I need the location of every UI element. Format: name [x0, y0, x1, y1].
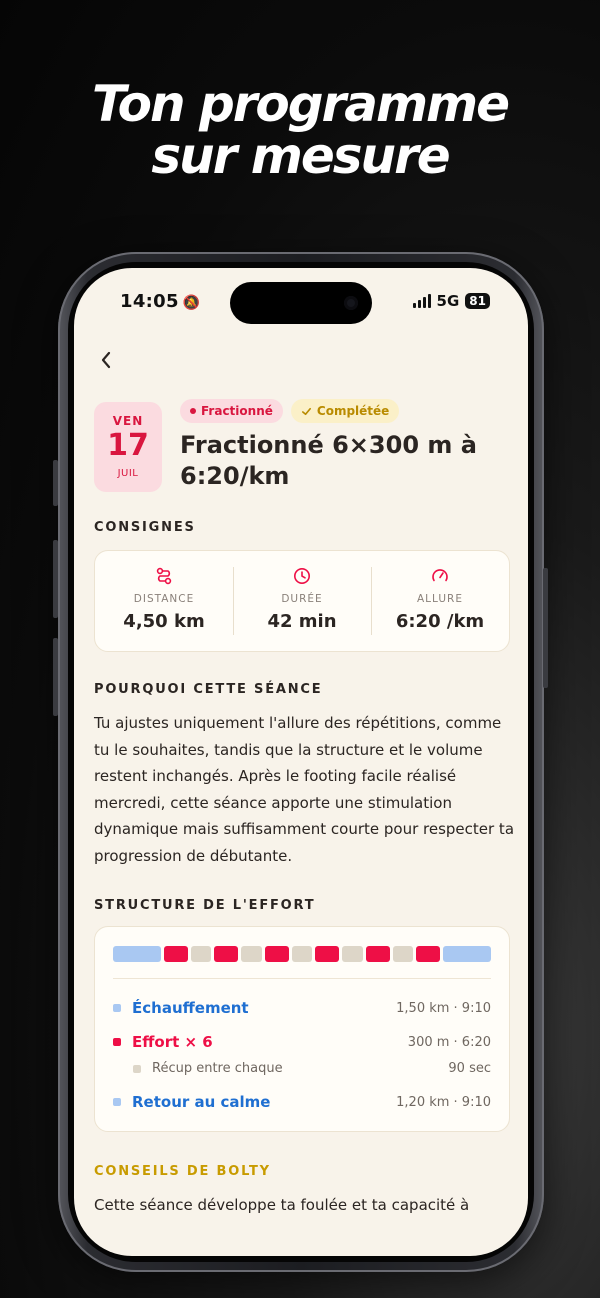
tips-text: Cette séance développe ta foulée et ta c…: [94, 1196, 470, 1214]
segment-effort: [164, 946, 188, 962]
phone-volume-down-button: [53, 638, 58, 716]
check-icon: [301, 407, 311, 415]
chevron-left-icon: [101, 351, 111, 369]
effort-row-cooldown: Retour au calme 1,20 km · 9:10: [113, 1093, 491, 1111]
type-badge: Fractionné: [180, 399, 283, 423]
segment-effort: [264, 946, 289, 962]
consignes-label: CONSIGNES: [94, 520, 196, 535]
session-title: Fractionné 6×300 m à 6:20/km: [180, 431, 477, 490]
effort-row-recovery: Récup entre chaque 90 sec: [133, 1061, 491, 1076]
effort-row-effort: Effort × 6 300 m · 6:20: [113, 1033, 491, 1051]
status-time: 14:05 🔕: [120, 291, 201, 312]
headline-line-1: Ton programme: [91, 75, 510, 133]
session-tags: Fractionné Complétée: [180, 399, 400, 423]
segment-recovery: [241, 946, 262, 962]
status-badge: Complétée: [290, 399, 400, 423]
date-month: JUIL: [117, 468, 139, 479]
phone-action-button: [53, 460, 58, 506]
metric-duration: DURÉE 42 min: [233, 551, 371, 651]
effort-swatch: [113, 1038, 121, 1046]
effort-structure-bar: [113, 946, 492, 962]
date-day: 17: [107, 428, 149, 463]
effort-card: Échauffement 1,50 km · 9:10 Effort × 6 3…: [94, 926, 510, 1132]
date-weekday: VEN: [112, 414, 144, 428]
why-text: Tu ajustes uniquement l'allure des répét…: [94, 714, 515, 865]
dot-icon: [190, 408, 196, 414]
segment-recovery: [191, 946, 212, 962]
session-date-card: VEN 17 JUIL: [94, 402, 162, 492]
speedometer-icon: [432, 569, 448, 582]
tips-label: CONSEILS DE BOLTY: [94, 1164, 271, 1179]
segment-cooldown: [443, 946, 492, 962]
metric-pace: ALLURE 6:20 /km: [371, 551, 509, 651]
signal-icon: [412, 294, 431, 308]
camera-icon: [344, 296, 358, 310]
segment-effort: [315, 946, 340, 962]
why-label: POURQUOI CETTE SÉANCE: [94, 682, 323, 697]
segment-recovery: [291, 946, 313, 962]
headline: Ton programme sur mesure: [0, 78, 600, 182]
effort-label: STRUCTURE DE L'EFFORT: [94, 898, 316, 913]
bell-muted-icon: 🔕: [182, 295, 201, 311]
segment-effort: [214, 946, 239, 962]
divider: [113, 978, 491, 979]
segment-effort: [416, 946, 441, 962]
warmup-swatch: [113, 1004, 121, 1012]
route-icon: [156, 567, 172, 585]
status-indicators: 5G 81: [412, 292, 490, 310]
metric-distance: DISTANCE 4,50 km: [95, 551, 233, 651]
clock-icon: [294, 568, 310, 584]
headline-line-2: sur mesure: [151, 127, 450, 185]
phone-screen: 14:05 🔕 5G 81 VEN 17 JUIL Fractionné Comp…: [74, 268, 528, 1256]
back-button[interactable]: [100, 350, 112, 376]
cooldown-swatch: [113, 1098, 121, 1106]
dynamic-island: [230, 282, 372, 324]
segment-effort: [365, 946, 390, 962]
phone-power-button: [543, 568, 548, 688]
recovery-swatch: [133, 1064, 141, 1073]
battery-icon: 81: [465, 293, 490, 309]
phone-volume-up-button: [53, 540, 58, 618]
network-type: 5G: [436, 292, 460, 310]
segment-warmup: [113, 946, 161, 962]
segment-recovery: [342, 946, 363, 962]
segment-recovery: [392, 946, 414, 962]
effort-row-warmup: Échauffement 1,50 km · 9:10: [113, 999, 491, 1017]
metrics-card: DISTANCE 4,50 km DURÉE 42 min ALLURE 6:2…: [94, 550, 510, 652]
